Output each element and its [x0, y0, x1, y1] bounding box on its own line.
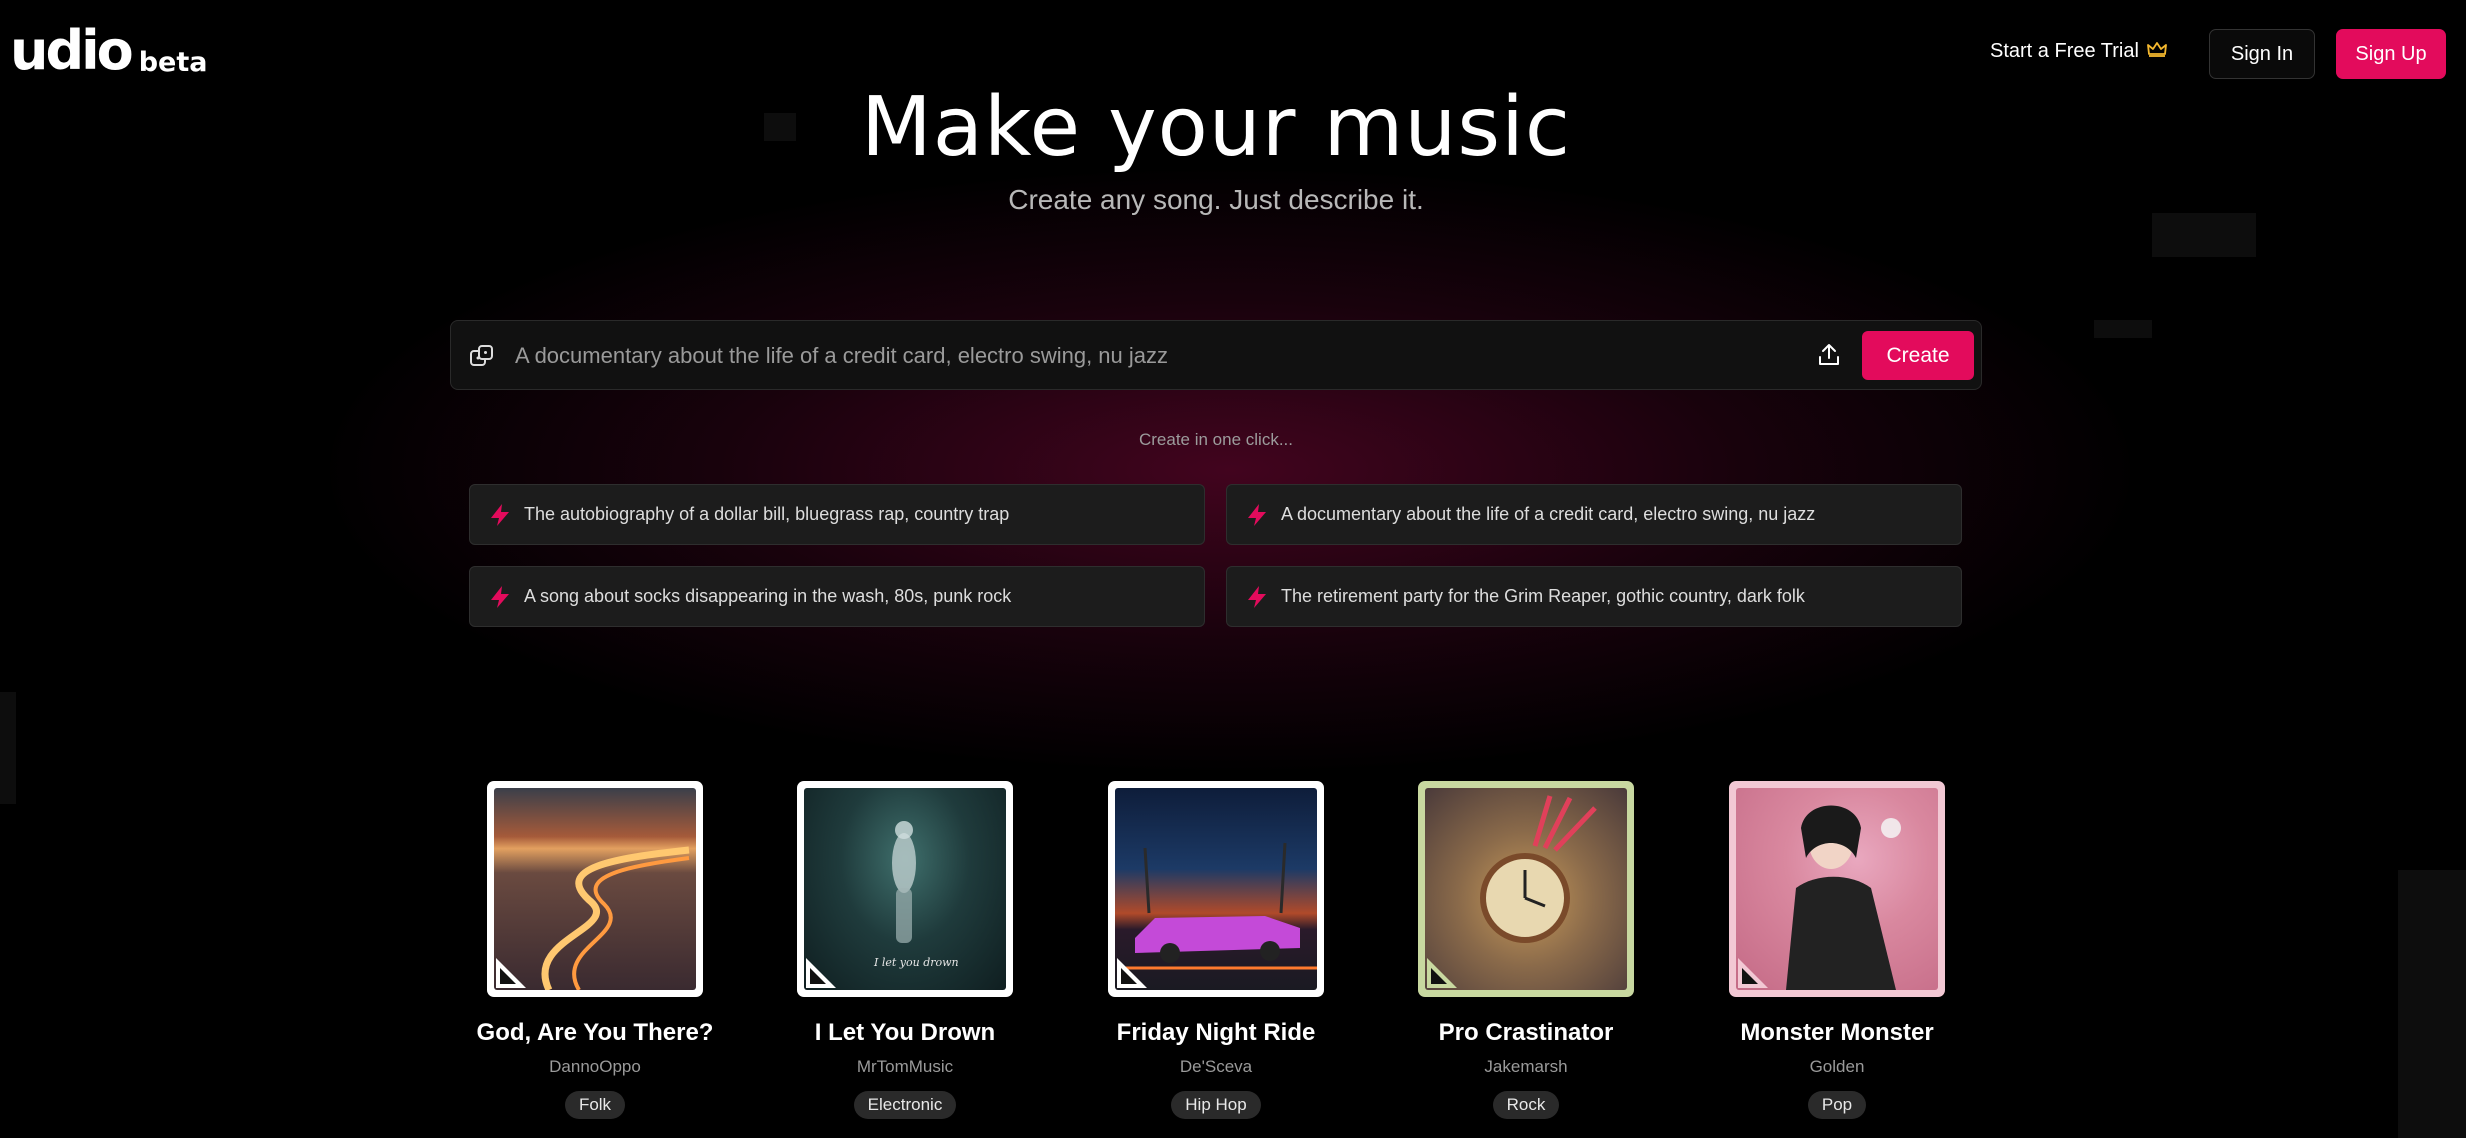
suggestion-text: A documentary about the life of a credit… — [1281, 504, 1816, 524]
one-click-label: Create in one click... — [1138, 430, 1293, 449]
song-card[interactable]: Friday Night Ride De'Sceva Hip Hop — [1076, 781, 1356, 1119]
song-title[interactable]: I Let You Drown — [765, 1019, 1045, 1047]
genre-tag[interactable]: Pop — [1807, 1091, 1867, 1119]
page-subtitle: Create any song. Just describe it. — [1008, 184, 1424, 215]
song-title[interactable]: Friday Night Ride — [1076, 1019, 1356, 1047]
genre-tag[interactable]: Rock — [1492, 1091, 1560, 1119]
logo-wordmark: udio — [10, 19, 134, 82]
background-decoration — [2152, 213, 2256, 257]
sign-in-button[interactable]: Sign In — [2209, 29, 2315, 79]
genre-tag[interactable]: Hip Hop — [1171, 1091, 1261, 1119]
album-art[interactable]: I let you drown — [797, 781, 1013, 997]
suggestion-text: The autobiography of a dollar bill, blue… — [524, 504, 1010, 524]
lightning-icon — [1245, 502, 1269, 528]
lightning-icon — [488, 502, 512, 528]
song-artist[interactable]: MrTomMusic — [765, 1057, 1045, 1077]
background-decoration — [2398, 870, 2466, 1138]
song-artist[interactable]: DannoOppo — [455, 1057, 735, 1077]
background-decoration — [0, 692, 16, 804]
suggestion-button[interactable]: A documentary about the life of a credit… — [1226, 484, 1962, 545]
genre-tag[interactable]: Electronic — [853, 1091, 957, 1119]
prompt-input[interactable] — [513, 335, 1717, 377]
song-artist[interactable]: Jakemarsh — [1386, 1057, 1666, 1077]
genre-tag[interactable]: Folk — [564, 1091, 626, 1119]
album-art[interactable] — [1729, 781, 1945, 997]
suggestion-button[interactable]: The autobiography of a dollar bill, blue… — [469, 484, 1205, 545]
upload-icon[interactable] — [1817, 342, 1841, 373]
background-decoration — [2094, 320, 2152, 338]
page-title: Make your music — [861, 80, 1571, 175]
song-card[interactable]: Pro Crastinator Jakemarsh Rock — [1386, 781, 1666, 1119]
dice-icon[interactable] — [469, 343, 495, 374]
album-art[interactable] — [1418, 781, 1634, 997]
suggestion-text: A song about socks disappearing in the w… — [524, 586, 1012, 606]
album-art-caption: I let you drown — [874, 956, 959, 969]
create-button[interactable]: Create — [1862, 331, 1974, 380]
album-art[interactable] — [1108, 781, 1324, 997]
prompt-bar: Create — [450, 320, 1982, 390]
udio-logo[interactable]: udio beta — [10, 24, 207, 78]
suggestion-button[interactable]: The retirement party for the Grim Reaper… — [1226, 566, 1962, 627]
lightning-icon — [1245, 584, 1269, 610]
sign-up-button[interactable]: Sign Up — [2336, 29, 2446, 79]
suggestion-text: The retirement party for the Grim Reaper… — [1281, 586, 1805, 606]
song-title[interactable]: Pro Crastinator — [1386, 1019, 1666, 1047]
song-title[interactable]: Monster Monster — [1697, 1019, 1977, 1047]
free-trial-link[interactable]: Start a Free Trial — [1990, 40, 2167, 63]
crown-icon — [2147, 40, 2167, 63]
lightning-icon — [488, 584, 512, 610]
song-artist[interactable]: De'Sceva — [1076, 1057, 1356, 1077]
suggestion-button[interactable]: A song about socks disappearing in the w… — [469, 566, 1205, 627]
background-glow — [330, 170, 2130, 770]
free-trial-label: Start a Free Trial — [1990, 40, 2139, 62]
song-title[interactable]: God, Are You There? — [455, 1019, 735, 1047]
song-artist[interactable]: Golden — [1697, 1057, 1977, 1077]
song-card[interactable]: Monster Monster Golden Pop — [1697, 781, 1977, 1119]
song-card[interactable]: God, Are You There? DannoOppo Folk — [455, 781, 735, 1119]
song-card[interactable]: I let you drown I Let You Drown MrTomMus… — [765, 781, 1045, 1119]
beta-badge: beta — [138, 47, 208, 78]
album-art[interactable] — [487, 781, 703, 997]
